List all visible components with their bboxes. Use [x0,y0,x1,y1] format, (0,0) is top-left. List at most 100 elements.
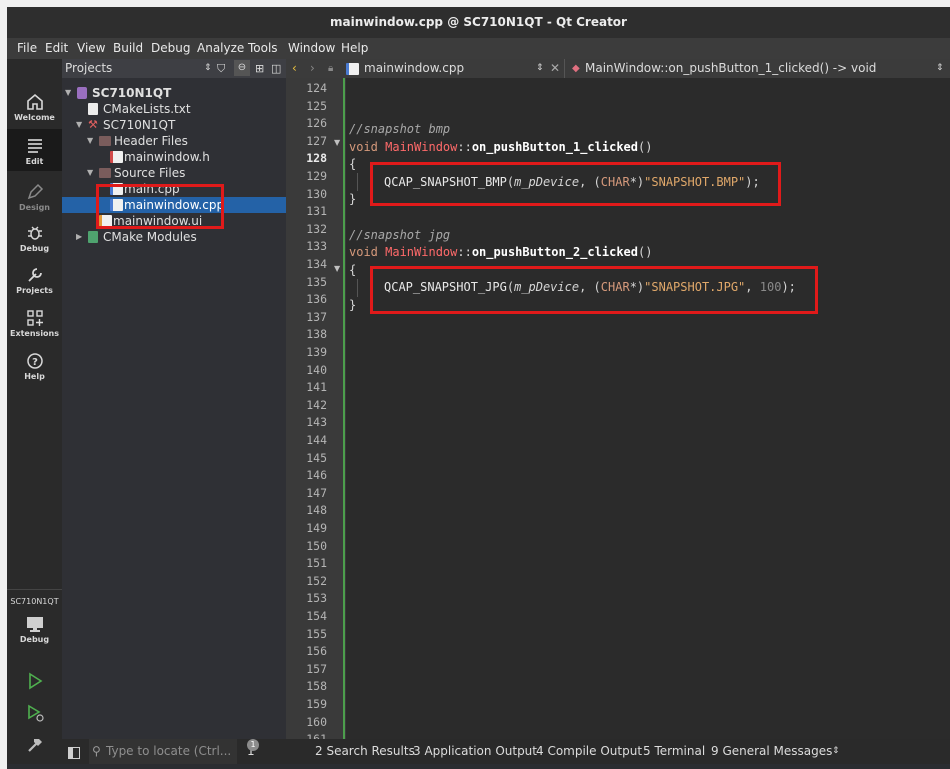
link-editor-icon[interactable]: ⊖ [234,60,250,76]
view-selector-arrows-icon[interactable]: ⇕ [204,59,212,78]
pane-application-output[interactable]: 3 Application Output [413,739,537,764]
fold-arrow-icon[interactable]: ▼ [334,138,340,147]
line-number: 156 [306,644,327,659]
tree-item-subproject[interactable]: ▼ ⚒ SC710N1QT [62,117,286,133]
pane-terminal[interactable]: 5 Terminal [643,739,705,764]
code-line-136[interactable]: } [349,297,356,314]
close-file-icon[interactable]: ✕ [550,59,560,78]
parens: () [638,140,653,154]
code-comment: //snapshot jpg [349,228,451,242]
menu-window[interactable]: Window [288,38,335,59]
menu-view[interactable]: View [77,38,105,59]
locator-field[interactable]: ⚲ Type to locate (Ctrl... [89,739,237,764]
mode-projects[interactable]: Projects [7,266,62,295]
line-number: 136 [306,292,327,307]
function-name: on_pushButton_1_clicked [471,140,638,154]
filter-icon[interactable]: ⛉ [217,59,225,78]
close-sidebar-icon[interactable]: ◫ [271,59,281,78]
line-number: 155 [306,626,327,641]
line-number: 139 [306,345,327,359]
menu-tools[interactable]: Tools [248,38,278,59]
file-selector-arrows-icon[interactable]: ⇕ [536,59,544,78]
edit-icon [27,139,42,153]
pane-search-results[interactable]: 2 Search Results [315,739,415,764]
line-number: 141 [306,380,327,395]
cpp-file-icon [346,63,359,75]
highlight-box-file-tree [96,184,224,229]
mode-debug[interactable]: Debug [7,224,62,253]
menu-analyze[interactable]: Analyze [197,38,244,59]
menu-help[interactable]: Help [341,38,368,59]
code-line-132[interactable]: //snapshot jpg [349,227,450,244]
fold-arrow-icon[interactable]: ▼ [334,264,340,273]
mode-help[interactable]: ? Help [7,352,62,381]
back-arrow-icon[interactable]: ‹ [292,59,297,78]
toggle-sidebar-icon[interactable] [68,747,80,759]
symbol-selector[interactable]: MainWindow::on_pushButton_1_clicked() ->… [585,59,876,78]
symbol-selector-arrows-icon[interactable]: ⇕ [936,59,944,78]
kit-project-name: SC710N1QT [10,597,59,606]
line-number: 158 [306,679,327,694]
open-file-name[interactable]: mainwindow.cpp [364,59,464,78]
menu-build[interactable]: Build [113,38,143,59]
mode-design-label: Design [19,203,50,212]
forward-arrow-icon[interactable]: › [310,59,315,78]
menu-debug[interactable]: Debug [151,38,190,59]
line-number: 126 [306,116,327,131]
debug-run-button[interactable] [7,704,62,724]
mode-edit[interactable]: Edit [7,129,62,171]
mode-welcome-label: Welcome [14,113,55,122]
expand-arrow-icon: ▼ [87,168,94,177]
line-number-gutter: 124 125 126 127 128 129 130 131 132 133 134 135 136 1… [286,78,346,746]
kit-selector[interactable]: Debug [7,615,62,644]
line-number: 142 [306,397,327,412]
tree-item-source-files[interactable]: ▼ Source Files [62,165,286,181]
code-comment: //snapshot bmp [349,122,451,136]
keyword-void: void [349,140,386,154]
line-number: 128 [306,151,327,166]
tree-item-header-files[interactable]: ▼ Header Files [62,133,286,149]
window-title: mainwindow.cpp @ SC710N1QT - Qt Creator [330,15,627,29]
line-number: 150 [306,538,327,553]
line-number: 149 [306,521,327,535]
lock-icon: 🔒︎ [328,63,334,74]
bug-icon [27,226,42,240]
tree-label: Source Files [114,166,186,180]
line-number: 147 [306,485,327,500]
pane-compile-output[interactable]: 4 Compile Output [536,739,642,764]
folder-icon [99,168,111,178]
code-line-133[interactable]: void MainWindow::on_pushButton_2_clicked… [349,244,652,261]
tree-item-cmake-modules[interactable]: ▶ CMake Modules [62,229,286,245]
line-number: 152 [306,573,327,588]
code-line-130[interactable]: } [349,191,356,208]
issues-count-badge: 1 [247,739,259,751]
tree-item-root-project[interactable]: ▼ SC710N1QT [62,85,286,101]
highlight-box-jpg-call [370,266,818,314]
tree-label: CMake Modules [103,230,197,244]
highlight-box-bmp-call [370,162,781,206]
line-number: 153 [306,591,327,606]
pane-general-messages[interactable]: 9 General Messages [711,739,832,764]
status-bar: ⚲ Type to locate (Ctrl... 1 Issues 1 2 S… [62,739,950,764]
indent-guide [357,279,358,297]
code-line-126[interactable]: //snapshot bmp [349,121,450,138]
menu-edit[interactable]: Edit [45,38,68,59]
build-button[interactable] [7,736,62,756]
menu-file[interactable]: File [17,38,37,59]
more-panes-arrows-icon[interactable]: ⇕ [832,739,840,764]
code-line-134[interactable]: { [349,262,356,279]
tree-item-mainwindow-h[interactable]: mainwindow.h [62,149,286,165]
folder-icon [99,136,111,146]
help-icon: ? [26,353,43,369]
tree-item-cmakelists[interactable]: CMakeLists.txt [62,101,286,117]
mode-design[interactable]: Design [7,183,62,212]
mode-extensions[interactable]: Extensions [7,309,62,338]
split-icon[interactable]: ⊞ [255,59,264,78]
code-line-127[interactable]: void MainWindow::on_pushButton_1_clicked… [349,139,652,156]
run-button[interactable] [7,672,62,692]
mode-welcome[interactable]: Welcome [7,93,62,122]
brace-open: { [349,157,357,171]
code-line-128[interactable]: { [349,156,356,173]
run-icon [28,672,42,690]
project-icon [77,87,87,99]
